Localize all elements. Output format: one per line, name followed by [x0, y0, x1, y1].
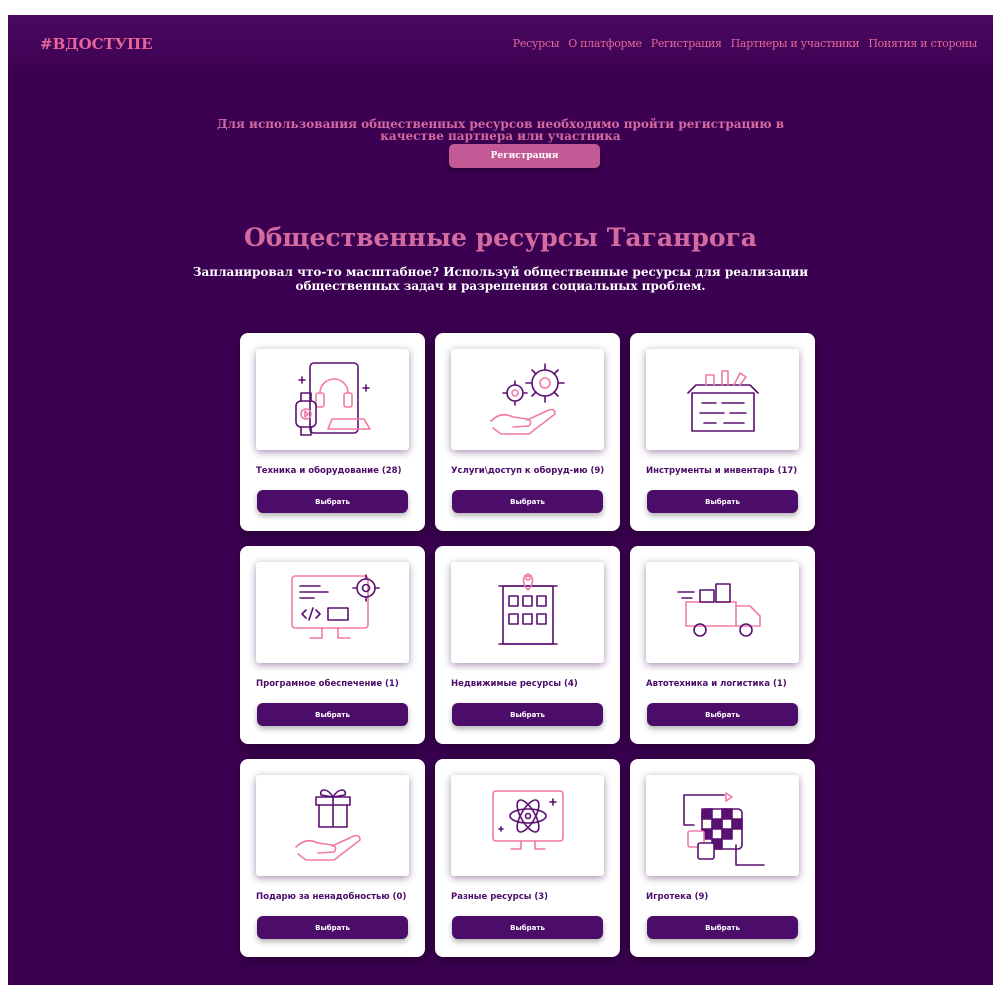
subtitle-line-2: общественных задач и разрешения социальн… — [295, 279, 706, 293]
card-label: Игротека (9) — [646, 892, 709, 902]
select-button[interactable]: Выбрать — [647, 916, 798, 939]
page-title: Общественные ресурсы Таганрога — [243, 223, 758, 252]
select-button[interactable]: Выбрать — [452, 703, 603, 726]
resource-card-real-estate[interactable]: Недвижимые ресурсы (4) Выбрать — [435, 546, 620, 744]
site-logo[interactable]: #ВДОСТУПЕ — [40, 35, 153, 53]
card-image — [256, 349, 409, 450]
select-button[interactable]: Выбрать — [647, 703, 798, 726]
card-image — [256, 562, 409, 663]
top-nav: #ВДОСТУПЕ Ресурсы О платформе Регистраци… — [8, 15, 993, 77]
resource-card-software[interactable]: Програмное обеспечение (1) Выбрать — [240, 546, 425, 744]
card-label: Техника и оборудование (28) — [256, 466, 402, 476]
gears-hand-icon — [490, 363, 565, 435]
resource-card-gift[interactable]: Подарю за ненадобностью (0) Выбрать — [240, 759, 425, 957]
card-image — [451, 775, 604, 876]
card-image — [646, 775, 799, 876]
resource-card-tools[interactable]: Инструменты и инвентарь (17) Выбрать — [630, 333, 815, 531]
card-image — [646, 349, 799, 450]
registration-notice: Для использования общественных ресурсов … — [8, 118, 993, 142]
toolbox-icon — [687, 370, 759, 432]
select-button[interactable]: Выбрать — [257, 916, 408, 939]
main-menu: Ресурсы О платформе Регистрация Партнеры… — [513, 37, 978, 50]
card-label: Подарю за ненадобностью (0) — [256, 892, 407, 902]
card-image — [646, 562, 799, 663]
select-button[interactable]: Выбрать — [257, 490, 408, 513]
card-label: Програмное обеспечение (1) — [256, 679, 399, 689]
menu-item-partners[interactable]: Партнеры и участники — [731, 37, 860, 50]
card-label: Недвижимые ресурсы (4) — [451, 679, 578, 689]
gift-hand-icon — [295, 789, 361, 861]
page-subtitle: Запланировал что-то масштабное? Использу… — [8, 265, 993, 293]
notice-line-2: качестве партнера или участника — [380, 129, 621, 143]
menu-item-resources[interactable]: Ресурсы — [513, 37, 560, 50]
select-button[interactable]: Выбрать — [452, 916, 603, 939]
resource-card-equipment[interactable]: Техника и оборудование (28) Выбрать — [240, 333, 425, 531]
subtitle-line-1: Запланировал что-то масштабное? Использу… — [192, 265, 809, 279]
menu-item-about[interactable]: О платформе — [568, 37, 642, 50]
card-label: Услуги\доступ к оборуд-ию (9) — [451, 466, 605, 476]
registration-button[interactable]: Регистрация — [449, 144, 600, 168]
atom-monitor-icon — [492, 790, 564, 850]
page: #ВДОСТУПЕ Ресурсы О платформе Регистраци… — [8, 15, 993, 985]
select-button[interactable]: Выбрать — [257, 703, 408, 726]
resource-card-games[interactable]: Игротека (9) Выбрать — [630, 759, 815, 957]
resource-card-services[interactable]: Услуги\доступ к оборуд-ию (9) Выбрать — [435, 333, 620, 531]
card-image — [451, 562, 604, 663]
software-monitor-icon — [291, 574, 380, 639]
board-game-icon — [683, 792, 765, 866]
card-label: Разные ресурсы (3) — [451, 892, 549, 902]
select-button[interactable]: Выбрать — [647, 490, 798, 513]
card-label: Автотехника и логистика (1) — [646, 679, 787, 689]
delivery-truck-icon — [677, 583, 761, 637]
card-image — [451, 349, 604, 450]
menu-item-registration[interactable]: Регистрация — [651, 37, 722, 50]
building-icon — [498, 573, 558, 645]
devices-icon — [295, 362, 371, 436]
resource-card-transport[interactable]: Автотехника и логистика (1) Выбрать — [630, 546, 815, 744]
resource-card-misc[interactable]: Разные ресурсы (3) Выбрать — [435, 759, 620, 957]
card-image — [256, 775, 409, 876]
menu-item-concepts[interactable]: Понятия и стороны — [868, 37, 977, 50]
card-label: Инструменты и инвентарь (17) — [646, 466, 798, 476]
resource-grid: Техника и оборудование (28) Выбрать Услу… — [240, 333, 816, 985]
select-button[interactable]: Выбрать — [452, 490, 603, 513]
